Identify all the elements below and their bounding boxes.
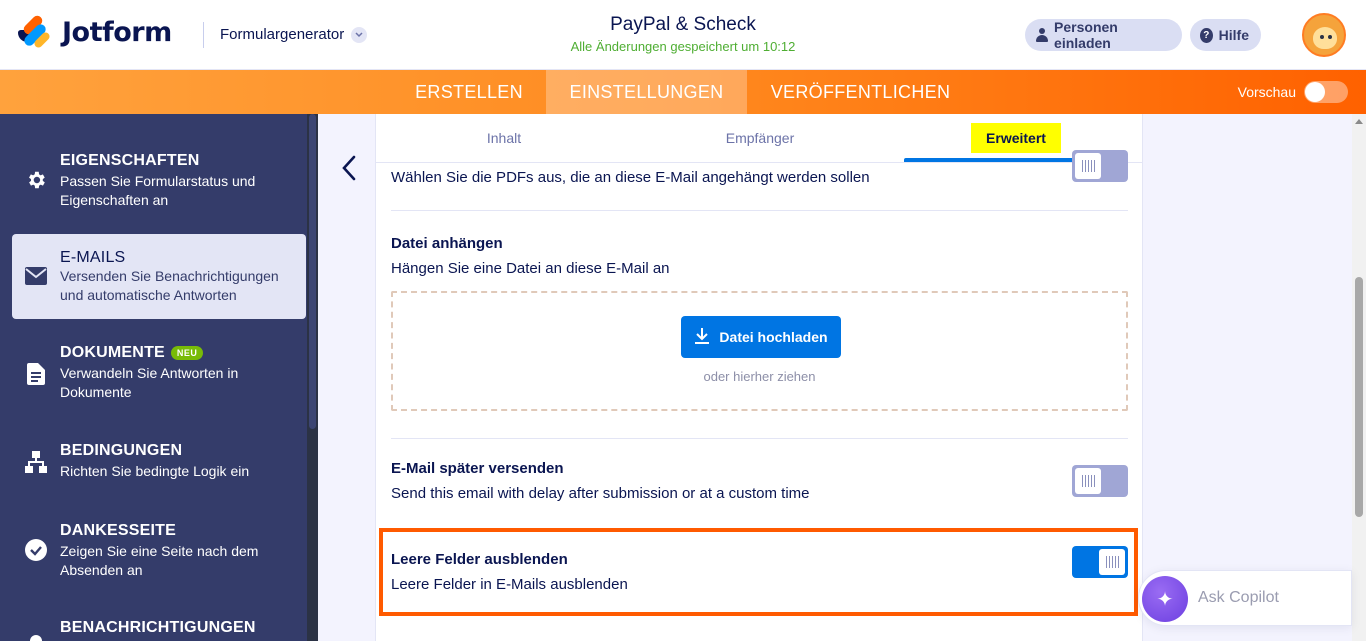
sparkle-icon: ✦ [1142, 576, 1188, 622]
pdf-attachment-desc: Wählen Sie die PDFs aus, die an diese E-… [391, 169, 870, 186]
hide-empty-title: Leere Felder ausblenden [391, 551, 568, 568]
sidebar-item-notifications[interactable]: BENACHRICHTIGUNGEN [12, 611, 306, 641]
email-subtabs: Inhalt Empfänger Erweitert [376, 114, 1142, 163]
help-button[interactable]: ? Hilfe [1190, 19, 1261, 51]
email-settings-panel: Inhalt Empfänger Erweitert Wählen Sie di… [375, 114, 1143, 641]
sidebar-item-desc: Versenden Sie Benachrichtigungen und aut… [60, 268, 279, 303]
save-status: Alle Änderungen gespeichert um 10:12 [570, 39, 796, 54]
top-header: Jotform Formulargenerator PayPal & Schec… [0, 0, 1366, 70]
tab-settings[interactable]: EINSTELLUNGEN [546, 70, 747, 114]
divider [391, 210, 1128, 211]
sidebar-item-title: EIGENSCHAFTEN [60, 152, 200, 169]
hierarchy-icon [24, 450, 48, 474]
invite-people-label: Personen einladen [1054, 19, 1118, 51]
ask-copilot-label: Ask Copilot [1198, 589, 1279, 606]
hide-empty-toggle[interactable] [1072, 546, 1128, 578]
sidebar-item-thankyou[interactable]: DANKESSEITE Zeigen Sie eine Seite nach d… [12, 514, 306, 594]
subtab-recipients[interactable]: Empfänger [632, 114, 888, 162]
ask-copilot-button[interactable]: ✦ Ask Copilot [1138, 570, 1352, 626]
sidebar-item-title: DANKESSEITE [60, 522, 176, 539]
sidebar-item-title-text: DOKUMENTE [60, 344, 165, 361]
envelope-icon [24, 264, 48, 288]
attach-file-title: Datei anhängen [391, 235, 503, 252]
invite-people-button[interactable]: Personen einladen [1025, 19, 1182, 51]
settings-sidebar: EIGENSCHAFTEN Passen Sie Formularstatus … [0, 114, 318, 641]
toggle-knob [1099, 549, 1125, 575]
sidebar-item-documents[interactable]: DOKUMENTE NEU Verwandeln Sie Antworten i… [12, 336, 306, 416]
chevron-down-icon [351, 26, 368, 43]
sidebar-item-title: BEDINGUNGEN [60, 442, 183, 459]
attach-file-desc: Hängen Sie eine Datei an diese E-Mail an [391, 260, 670, 277]
upload-file-button[interactable]: Datei hochladen [681, 316, 841, 358]
header-divider [203, 22, 204, 48]
pdf-attachment-toggle[interactable] [1072, 150, 1128, 182]
preview-toggle[interactable] [1304, 81, 1348, 103]
form-title[interactable]: PayPal & Scheck [483, 14, 883, 36]
gear-icon [24, 168, 48, 192]
new-badge: NEU [170, 346, 204, 360]
sidebar-item-emails[interactable]: E-MAILS Versenden Sie Benachrichtigungen… [12, 234, 306, 319]
highlight-box [379, 528, 1138, 616]
sidebar-item-title: BENACHRICHTIGUNGEN [60, 619, 256, 636]
person-icon [1035, 28, 1049, 42]
preview-control: Vorschau [1238, 81, 1348, 103]
toggle-knob [1075, 468, 1101, 494]
sidebar-item-desc: Zeigen Sie eine Seite nach dem Absenden … [60, 543, 259, 578]
preview-label: Vorschau [1237, 84, 1296, 100]
sidebar-item-title: E-MAILS [60, 249, 126, 266]
file-dropzone[interactable]: Datei hochladen oder hierher ziehen [391, 291, 1128, 411]
sidebar-item-desc: Verwandeln Sie Antworten in Dokumente [60, 365, 239, 400]
help-label: Hilfe [1218, 27, 1249, 43]
send-later-toggle[interactable] [1072, 465, 1128, 497]
avatar-face [1313, 27, 1337, 49]
tab-publish[interactable]: VERÖFFENTLICHEN [751, 70, 970, 114]
hide-empty-desc: Leere Felder in E-Mails ausblenden [391, 576, 628, 593]
sidebar-item-title: DOKUMENTE NEU [60, 344, 204, 362]
sidebar-item-conditions[interactable]: BEDINGUNGEN Richten Sie bedingte Logik e… [12, 434, 306, 494]
question-icon: ? [1200, 27, 1213, 43]
drop-hint: oder hierher ziehen [703, 369, 816, 384]
divider [391, 438, 1128, 439]
subtab-advanced-label: Erweitert [971, 123, 1061, 153]
sidebar-item-desc: Passen Sie Formularstatus und Eigenschaf… [60, 173, 256, 208]
upload-file-label: Datei hochladen [719, 329, 828, 345]
sidebar-scrollbar-thumb[interactable] [309, 114, 316, 429]
download-icon [694, 327, 710, 348]
check-circle-icon [24, 538, 48, 562]
jotform-logo[interactable]: Jotform [18, 13, 172, 50]
page-scrollbar-thumb[interactable] [1355, 277, 1363, 517]
send-later-desc: Send this email with delay after submiss… [391, 485, 810, 502]
sidebar-item-desc: Richten Sie bedingte Logik ein [60, 463, 250, 479]
subtab-content[interactable]: Inhalt [376, 114, 632, 162]
avatar[interactable] [1302, 13, 1346, 57]
document-icon [24, 362, 48, 386]
send-later-title: E-Mail später versenden [391, 460, 564, 477]
form-generator-label: Formulargenerator [220, 26, 345, 43]
back-chevron-icon[interactable] [338, 154, 362, 182]
toggle-knob [1075, 153, 1101, 179]
form-generator-dropdown[interactable]: Formulargenerator [220, 26, 368, 43]
bell-icon [24, 631, 48, 641]
main-nav: ERSTELLEN EINSTELLUNGEN VERÖFFENTLICHEN … [0, 70, 1366, 114]
jotform-logo-icon [18, 13, 52, 50]
scroll-up-icon[interactable] [1355, 119, 1363, 124]
tab-build[interactable]: ERSTELLEN [396, 70, 542, 114]
logo-text: Jotform [62, 16, 172, 48]
page-scrollbar[interactable] [1352, 114, 1366, 641]
sidebar-item-properties[interactable]: EIGENSCHAFTEN Passen Sie Formularstatus … [12, 142, 306, 232]
sidebar-scrollbar[interactable] [307, 114, 318, 641]
